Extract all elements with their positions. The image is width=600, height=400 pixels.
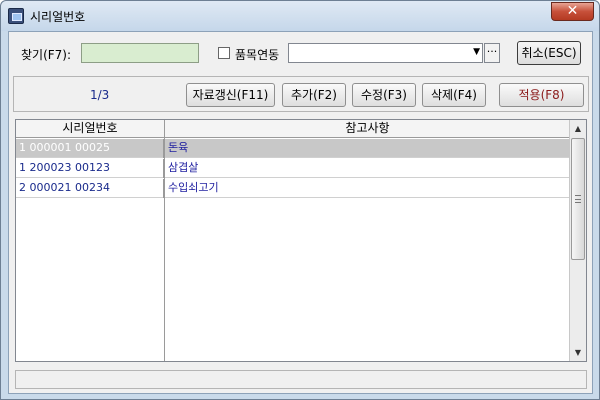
title-bar[interactable]: 시리얼번호 ✕: [1, 1, 599, 31]
serial-cell: 1 200023 00123: [16, 159, 164, 178]
table-row[interactable]: 1 200023 00123 삼겹살: [16, 159, 570, 178]
page-counter: 1/3: [90, 88, 110, 102]
grid-header: 시리얼번호 참고사항: [16, 120, 570, 138]
chevron-down-icon[interactable]: ▼: [473, 47, 480, 57]
table-row[interactable]: 2 000021 00234 수입쇠고기: [16, 179, 570, 198]
edit-button[interactable]: 수정(F3): [352, 83, 416, 107]
scroll-down-icon[interactable]: ▼: [570, 344, 586, 361]
close-button[interactable]: ✕: [551, 2, 594, 21]
toolbar: 1/3 자료갱신(F11) 추가(F2) 수정(F3) 삭제(F4) 적용(F8…: [13, 76, 589, 112]
app-icon: [8, 8, 24, 24]
table-row[interactable]: 1 000001 00025 돈육: [16, 139, 570, 158]
add-button[interactable]: 추가(F2): [282, 83, 346, 107]
search-input[interactable]: [81, 43, 199, 63]
serial-grid[interactable]: 시리얼번호 참고사항 1 000001 00025 돈육 1 200023 00…: [15, 119, 587, 362]
note-cell: 수입쇠고기: [168, 181, 219, 194]
apply-button[interactable]: 적용(F8): [499, 83, 584, 107]
combo-more-button[interactable]: ···: [484, 43, 500, 63]
client-area: 찾기(F7): 품목연동 ▼ ··· 취소(ESC) 1/3 자료갱신(F11)…: [8, 31, 593, 394]
window-title: 시리얼번호: [30, 10, 86, 24]
column-header-note[interactable]: 참고사항: [165, 120, 570, 138]
scroll-up-icon[interactable]: ▲: [570, 120, 586, 137]
search-label: 찾기(F7):: [21, 48, 72, 62]
scroll-thumb[interactable]: [571, 138, 585, 260]
note-cell: 돈육: [168, 141, 189, 154]
cancel-button[interactable]: 취소(ESC): [517, 41, 581, 65]
vertical-scrollbar[interactable]: ▲ ▼: [569, 120, 586, 361]
status-bar: [15, 370, 587, 389]
serial-cell: 1 000001 00025: [16, 139, 164, 158]
delete-button[interactable]: 삭제(F4): [422, 83, 486, 107]
item-link-checkbox[interactable]: [218, 47, 230, 59]
serial-number-window: 시리얼번호 ✕ 찾기(F7): 품목연동 ▼ ··· 취소(ESC) 1/3 자…: [0, 0, 600, 400]
serial-cell: 2 000021 00234: [16, 179, 164, 198]
item-link-label: 품목연동: [235, 48, 280, 62]
grip-icon: [575, 195, 581, 203]
column-divider: [164, 138, 165, 361]
column-header-serial[interactable]: 시리얼번호: [16, 120, 165, 138]
refresh-button[interactable]: 자료갱신(F11): [186, 83, 275, 107]
item-combo[interactable]: ▼: [288, 43, 483, 63]
note-cell: 삼겹살: [168, 161, 199, 174]
